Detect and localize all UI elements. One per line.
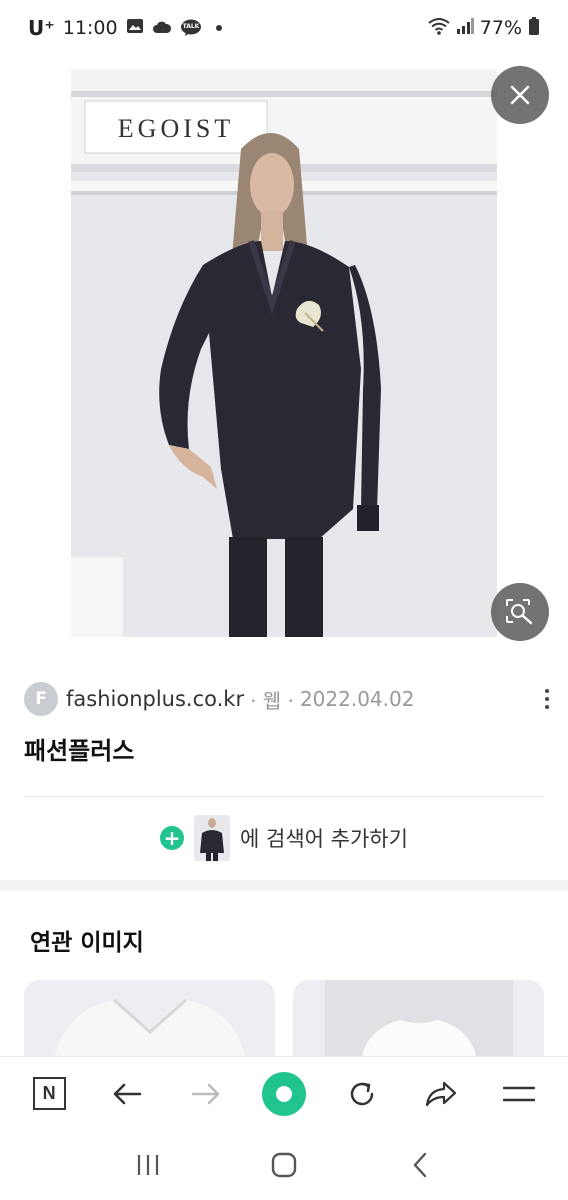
refresh-icon xyxy=(351,1082,374,1105)
image-search-button[interactable] xyxy=(491,583,549,641)
add-search-label: 에 검색어 추가하기 xyxy=(240,827,408,851)
related-images-heading: 연관 이미지 xyxy=(30,930,144,956)
source-title[interactable]: 패션플러스 xyxy=(24,731,134,766)
related-image-thumbnail xyxy=(293,980,544,1060)
status-bar: U⁺ 11:00 TALK 77% xyxy=(0,0,568,56)
battery-percent: 77% xyxy=(479,17,522,39)
forward-button[interactable] xyxy=(176,1064,236,1124)
hamburger-menu-icon xyxy=(502,1086,535,1101)
arrow-right-icon xyxy=(191,1083,219,1104)
recent-apps-icon xyxy=(137,1155,159,1175)
cloud-icon xyxy=(152,17,172,39)
share-button[interactable] xyxy=(411,1064,471,1124)
status-right: 77% xyxy=(428,16,540,40)
carrier-label: U⁺ xyxy=(28,16,55,40)
share-icon xyxy=(425,1081,456,1106)
site-favicon: F xyxy=(24,682,58,716)
more-options-icon[interactable] xyxy=(544,689,550,709)
green-dot-button[interactable] xyxy=(254,1064,314,1124)
source-domain[interactable]: fashionplus.co.kr xyxy=(66,687,244,711)
arrow-left-icon xyxy=(114,1083,142,1104)
section-separator xyxy=(0,880,568,890)
back-button[interactable] xyxy=(97,1064,157,1124)
naver-home-button[interactable]: N xyxy=(19,1064,79,1124)
source-date: 2022.04.02 xyxy=(299,687,415,711)
home-icon xyxy=(271,1152,297,1178)
close-icon xyxy=(510,85,530,105)
store-sign-text: EGOIST xyxy=(118,114,234,143)
battery-icon xyxy=(528,16,540,40)
browser-toolbar: N xyxy=(0,1056,568,1130)
lens-search-icon xyxy=(506,599,533,625)
kakaotalk-icon: TALK xyxy=(180,19,202,37)
source-row[interactable]: F fashionplus.co.kr · 웹 · 2022.04.02 xyxy=(24,682,554,716)
related-image-thumbnail xyxy=(24,980,275,1060)
talk-badge-text: TALK xyxy=(182,23,200,30)
chevron-left-icon xyxy=(413,1152,427,1178)
recent-apps-button[interactable] xyxy=(118,1135,178,1195)
system-back-button[interactable] xyxy=(390,1135,450,1195)
system-navigation-bar xyxy=(0,1130,568,1200)
divider xyxy=(24,796,544,797)
main-image[interactable]: EGOIST xyxy=(71,69,497,637)
naver-logo-icon: N xyxy=(32,1077,66,1110)
product-photo: EGOIST xyxy=(71,69,497,637)
clock: 11:00 xyxy=(62,17,118,39)
plus-icon: + xyxy=(160,826,185,850)
signal-icon xyxy=(456,17,474,39)
close-button[interactable] xyxy=(491,66,549,124)
menu-button[interactable] xyxy=(489,1064,549,1124)
add-to-search-button[interactable]: + 에 검색어 추가하기 xyxy=(0,814,568,862)
home-button[interactable] xyxy=(254,1135,314,1195)
query-image-thumbnail xyxy=(194,815,231,861)
status-left: U⁺ 11:00 TALK xyxy=(28,16,222,40)
related-image-card[interactable] xyxy=(293,980,544,1060)
refresh-button[interactable] xyxy=(332,1064,392,1124)
source-type: · 웹 · xyxy=(250,688,294,713)
gallery-icon xyxy=(126,17,144,39)
green-dot-icon xyxy=(261,1071,306,1116)
notification-dot-icon xyxy=(215,25,222,31)
wifi-icon xyxy=(428,17,450,40)
related-image-card[interactable] xyxy=(24,980,275,1060)
